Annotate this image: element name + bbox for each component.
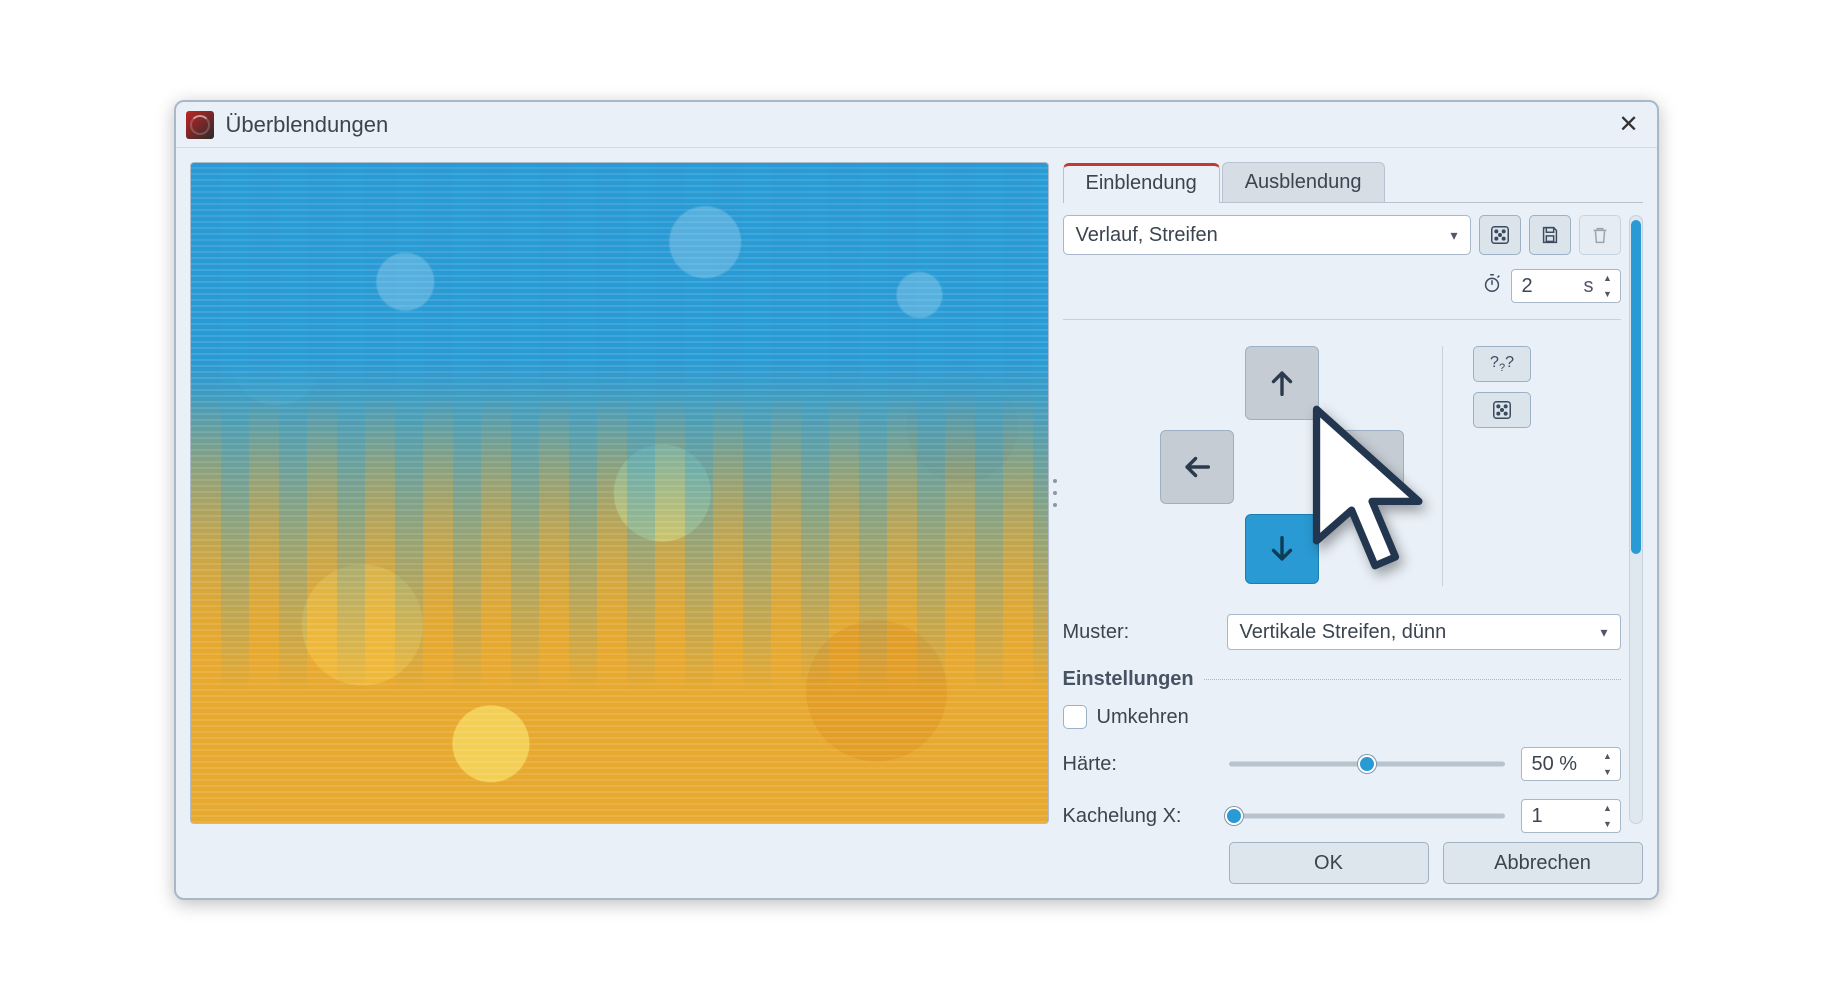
direction-random-dice-button[interactable] bbox=[1473, 392, 1531, 428]
ok-button[interactable]: OK bbox=[1229, 842, 1429, 884]
chevron-down-icon: ▾ bbox=[1450, 227, 1457, 244]
direction-left-button[interactable] bbox=[1160, 430, 1234, 504]
direction-down-button[interactable] bbox=[1245, 514, 1319, 584]
dice-icon bbox=[1489, 224, 1511, 246]
ok-label: OK bbox=[1314, 852, 1343, 875]
pattern-value: Vertikale Streifen, dünn bbox=[1240, 621, 1447, 644]
settings-heading: Einstellungen bbox=[1063, 668, 1194, 691]
question-random-icon: ??? bbox=[1490, 354, 1514, 374]
transition-type-value: Verlauf, Streifen bbox=[1076, 224, 1218, 247]
duration-input[interactable]: 2 s ▲▼ bbox=[1511, 269, 1621, 303]
tilex-label: Kachelung X: bbox=[1063, 805, 1213, 828]
tilex-stepper[interactable]: ▲▼ bbox=[1600, 803, 1616, 829]
trash-icon bbox=[1589, 224, 1611, 246]
hardness-slider[interactable] bbox=[1229, 754, 1505, 774]
random-transition-button[interactable] bbox=[1479, 215, 1521, 255]
preview-pane bbox=[190, 162, 1049, 824]
checkbox-box bbox=[1063, 705, 1087, 729]
transition-preview bbox=[190, 162, 1049, 824]
tab-fade-out-label: Ausblendung bbox=[1245, 171, 1362, 193]
cancel-label: Abbrechen bbox=[1494, 852, 1591, 875]
duration-value: 2 bbox=[1522, 275, 1578, 298]
tab-fade-in-label: Einblendung bbox=[1086, 172, 1197, 194]
scrollbar-thumb[interactable] bbox=[1631, 220, 1641, 554]
chevron-down-icon: ▾ bbox=[1600, 624, 1607, 641]
cancel-button[interactable]: Abbrechen bbox=[1443, 842, 1643, 884]
arrow-left-icon bbox=[1180, 450, 1214, 484]
direction-pad bbox=[1152, 346, 1412, 586]
dialog-window: Überblendungen ✕ Einblendung Ausblendu bbox=[174, 100, 1659, 900]
delete-transition-button bbox=[1579, 215, 1621, 255]
arrow-right-icon bbox=[1350, 450, 1384, 484]
arrow-down-icon bbox=[1265, 532, 1299, 566]
pattern-select[interactable]: Vertikale Streifen, dünn ▾ bbox=[1227, 614, 1621, 650]
hardness-label: Härte: bbox=[1063, 753, 1213, 776]
save-icon bbox=[1539, 224, 1561, 246]
tilex-value: 1 bbox=[1532, 805, 1594, 828]
stopwatch-icon bbox=[1481, 272, 1503, 300]
direction-random-question-button[interactable]: ??? bbox=[1473, 346, 1531, 382]
hardness-input[interactable]: 50 % ▲▼ bbox=[1521, 747, 1621, 781]
tilex-input[interactable]: 1 ▲▼ bbox=[1521, 799, 1621, 833]
tab-fade-in[interactable]: Einblendung bbox=[1063, 163, 1220, 203]
dice-icon bbox=[1491, 399, 1513, 421]
hardness-value: 50 % bbox=[1532, 753, 1594, 776]
invert-label: Umkehren bbox=[1097, 706, 1189, 729]
close-button[interactable]: ✕ bbox=[1611, 107, 1647, 143]
save-transition-button[interactable] bbox=[1529, 215, 1571, 255]
transition-type-select[interactable]: Verlauf, Streifen ▾ bbox=[1063, 215, 1471, 255]
dialog-title: Überblendungen bbox=[226, 112, 389, 138]
titlebar[interactable]: Überblendungen ✕ bbox=[176, 102, 1657, 148]
direction-right-button[interactable] bbox=[1330, 430, 1404, 504]
hardness-stepper[interactable]: ▲▼ bbox=[1600, 751, 1616, 777]
tilex-slider[interactable] bbox=[1229, 806, 1505, 826]
close-icon: ✕ bbox=[1618, 110, 1638, 139]
tab-fade-out[interactable]: Ausblendung bbox=[1222, 162, 1385, 202]
direction-up-button[interactable] bbox=[1245, 346, 1319, 420]
duration-stepper[interactable]: ▲▼ bbox=[1600, 273, 1616, 299]
arrow-up-icon bbox=[1265, 366, 1299, 400]
pattern-label: Muster: bbox=[1063, 621, 1213, 644]
splitter-handle[interactable] bbox=[1051, 479, 1059, 507]
invert-checkbox[interactable]: Umkehren bbox=[1063, 705, 1621, 729]
vertical-scrollbar[interactable] bbox=[1629, 215, 1643, 824]
duration-unit: s bbox=[1584, 275, 1594, 298]
app-icon bbox=[186, 111, 214, 139]
tab-bar: Einblendung Ausblendung bbox=[1063, 162, 1643, 203]
